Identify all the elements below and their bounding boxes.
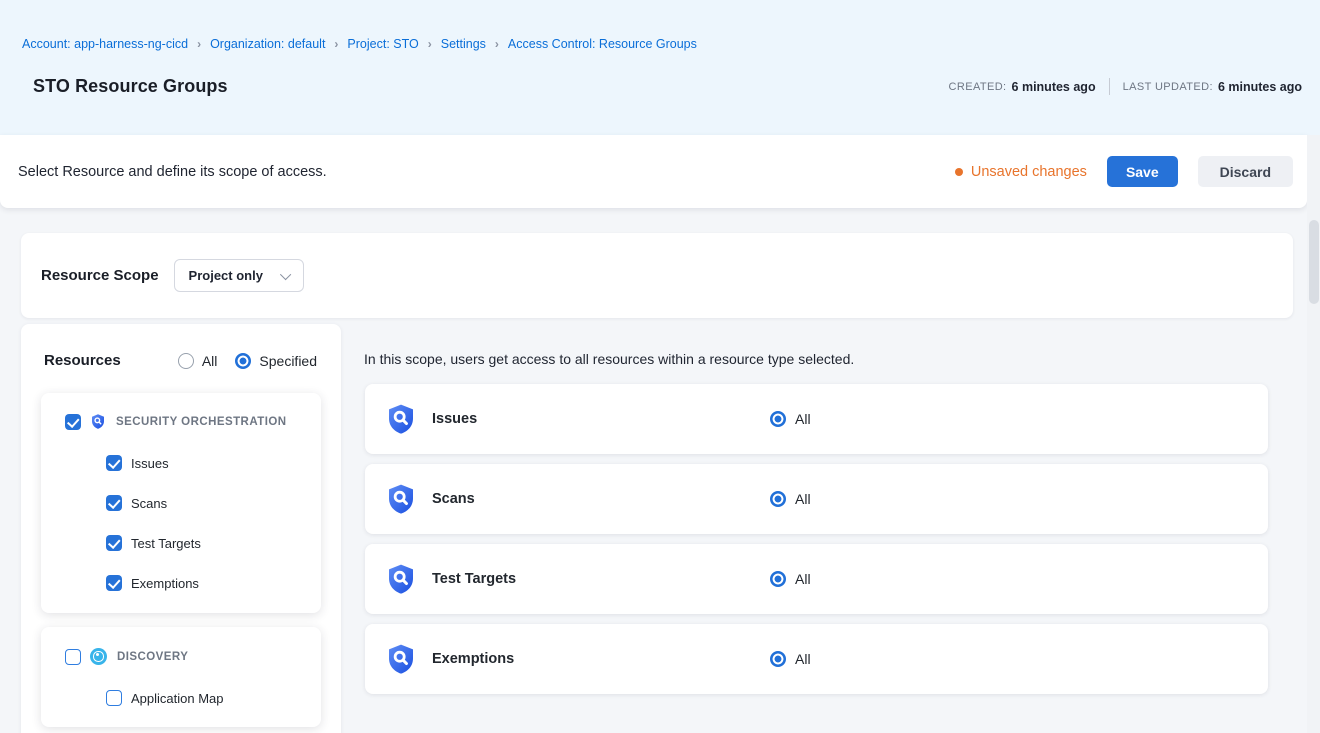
item-label: Application Map	[131, 691, 224, 706]
unsaved-changes-dot-icon	[955, 168, 963, 176]
discard-button[interactable]: Discard	[1198, 156, 1293, 187]
radio-icon[interactable]	[178, 353, 194, 369]
shield-search-icon	[385, 402, 417, 436]
page-title: STO Resource Groups	[33, 76, 228, 97]
resources-mode-radio-group: All Specified	[178, 353, 317, 369]
resource-scope-label: Resource Scope	[41, 267, 159, 284]
radio-icon[interactable]	[770, 411, 786, 427]
access-all-label: All	[795, 491, 811, 507]
resource-scope-select[interactable]: Project only	[174, 259, 304, 292]
scans-checkbox[interactable]	[106, 495, 122, 511]
access-all-label: All	[795, 571, 811, 587]
access-all-label: All	[795, 411, 811, 427]
scrollbar-track[interactable]	[1307, 135, 1320, 733]
radio-icon[interactable]	[770, 571, 786, 587]
radio-option-all-label: All	[202, 353, 218, 369]
discovery-target-icon	[90, 648, 107, 665]
toolbar-description: Select Resource and define its scope of …	[18, 164, 327, 180]
radio-icon[interactable]	[770, 651, 786, 667]
access-all-radio[interactable]: All	[770, 651, 811, 667]
breadcrumb-account-link[interactable]: Account: app-harness-ng-cicd	[22, 37, 188, 51]
radio-option-specified[interactable]: Specified	[235, 353, 317, 369]
group-label: SECURITY ORCHESTRATION	[116, 416, 287, 428]
application-map-checkbox[interactable]	[106, 690, 122, 706]
toolbar: Select Resource and define its scope of …	[0, 135, 1307, 208]
breadcrumb-separator-icon: ›	[197, 37, 201, 51]
resource-scope-card: Resource Scope Project only	[21, 233, 1293, 318]
resource-type-cards: Issues All Scans All Test Targets All Ex…	[365, 384, 1268, 704]
radio-option-all[interactable]: All	[178, 353, 218, 369]
breadcrumb-project-link[interactable]: Project: STO	[347, 37, 418, 51]
item-label: Scans	[131, 496, 167, 511]
test-targets-checkbox[interactable]	[106, 535, 122, 551]
last-updated-value: 6 minutes ago	[1218, 80, 1302, 94]
item-label: Exemptions	[131, 576, 199, 591]
meta-divider	[1109, 78, 1110, 95]
resource-card-title: Exemptions	[432, 651, 514, 667]
shield-search-icon	[90, 413, 106, 430]
save-button[interactable]: Save	[1107, 156, 1178, 187]
breadcrumb-organization-link[interactable]: Organization: default	[210, 37, 325, 51]
list-item-scans: Scans	[41, 483, 321, 523]
unsaved-changes-label: Unsaved changes	[971, 164, 1087, 180]
scrollbar-thumb[interactable]	[1309, 220, 1319, 304]
item-label: Issues	[131, 456, 169, 471]
shield-search-icon	[385, 562, 417, 596]
created-label: CREATED:	[949, 81, 1007, 93]
shield-search-icon	[385, 482, 417, 516]
list-item-issues: Issues	[41, 443, 321, 483]
chevron-down-icon	[279, 268, 290, 279]
breadcrumb: Account: app-harness-ng-cicd › Organizat…	[22, 37, 697, 51]
security-orchestration-checkbox[interactable]	[65, 414, 81, 430]
breadcrumb-settings-link[interactable]: Settings	[441, 37, 486, 51]
breadcrumb-separator-icon: ›	[428, 37, 432, 51]
breadcrumb-separator-icon: ›	[495, 37, 499, 51]
issues-checkbox[interactable]	[106, 455, 122, 471]
resource-group-security-orchestration: SECURITY ORCHESTRATION Issues Scans Test…	[41, 393, 321, 613]
resource-scope-selected-value: Project only	[189, 268, 263, 283]
exemptions-checkbox[interactable]	[106, 575, 122, 591]
access-all-label: All	[795, 651, 811, 667]
list-item-exemptions: Exemptions	[41, 563, 321, 603]
last-updated-label: LAST UPDATED:	[1123, 81, 1213, 93]
resource-card-scans: Scans All	[365, 464, 1268, 534]
resource-card-title: Test Targets	[432, 571, 516, 587]
access-all-radio[interactable]: All	[770, 411, 811, 427]
list-item-application-map: Application Map	[41, 678, 321, 718]
created-value: 6 minutes ago	[1012, 80, 1096, 94]
list-item-test-targets: Test Targets	[41, 523, 321, 563]
radio-icon[interactable]	[235, 353, 251, 369]
discovery-checkbox[interactable]	[65, 649, 81, 665]
meta-info: CREATED: 6 minutes ago LAST UPDATED: 6 m…	[949, 78, 1302, 95]
scope-description: In this scope, users get access to all r…	[364, 351, 854, 367]
shield-search-icon	[385, 642, 417, 676]
resource-group-discovery: DISCOVERY Application Map	[41, 627, 321, 727]
access-all-radio[interactable]: All	[770, 571, 811, 587]
resource-card-test-targets: Test Targets All	[365, 544, 1268, 614]
resource-card-issues: Issues All	[365, 384, 1268, 454]
resource-card-title: Scans	[432, 491, 475, 507]
radio-option-specified-label: Specified	[259, 353, 317, 369]
radio-icon[interactable]	[770, 491, 786, 507]
resources-title: Resources	[44, 352, 121, 369]
page-header: Account: app-harness-ng-cicd › Organizat…	[0, 0, 1320, 135]
breadcrumb-separator-icon: ›	[334, 37, 338, 51]
group-label: DISCOVERY	[117, 651, 188, 663]
breadcrumb-resource-groups-link[interactable]: Access Control: Resource Groups	[508, 37, 697, 51]
resource-card-title: Issues	[432, 411, 477, 427]
access-all-radio[interactable]: All	[770, 491, 811, 507]
item-label: Test Targets	[131, 536, 201, 551]
resources-panel: Resources All Specified SECURITY ORCHEST…	[21, 324, 341, 733]
resource-card-exemptions: Exemptions All	[365, 624, 1268, 694]
